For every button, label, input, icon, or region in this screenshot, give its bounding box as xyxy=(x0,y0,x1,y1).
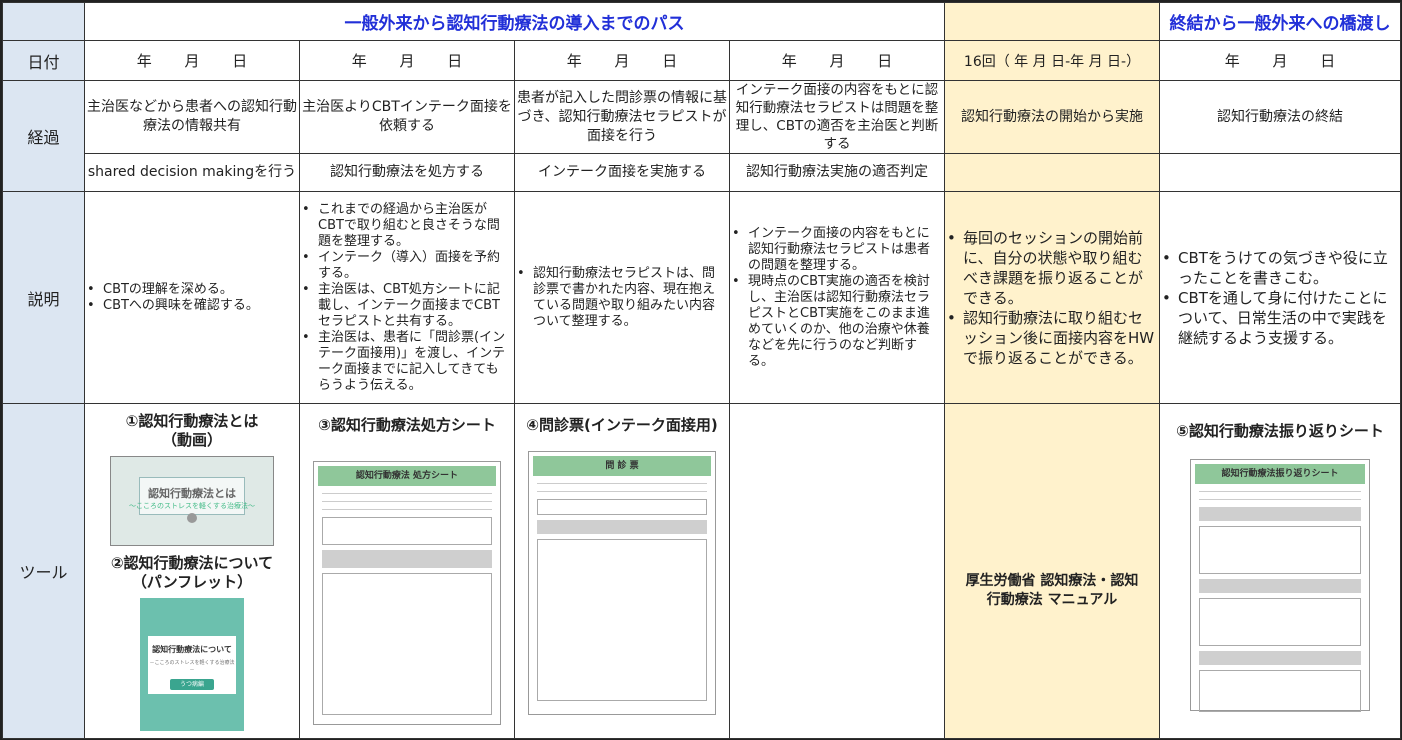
explanation-item: 主治医は、CBT処方シートに記載し、インテーク面接までCBTセラピストと共有する… xyxy=(302,282,510,330)
sheet-box xyxy=(537,499,707,515)
sheet-box xyxy=(1199,670,1361,712)
play-icon[interactable] xyxy=(187,513,197,523)
action-cell: 認知行動療法実施の適否判定 xyxy=(729,153,945,192)
prescription-sheet-thumbnail[interactable]: 認知行動療法 処方シート xyxy=(313,461,501,725)
explanation-item: 認知行動療法セラピストは、問診票で書かれた内容、現在抱えている問題や取り組みたい… xyxy=(517,266,725,330)
sheet-line xyxy=(537,491,707,492)
row-label-explanation: 説明 xyxy=(2,191,85,404)
sheet-box xyxy=(1199,598,1361,646)
explanation-list: 毎回のセッションの開始前に、自分の状態や取り組むべき課題を振り返ることができる。… xyxy=(946,228,1159,368)
explanation-cell: これまでの経過から主治医がCBTで取り組むと良さそうな問題を整理する。 インテー… xyxy=(299,191,515,404)
pamphlet-title-text: 認知行動療法について xyxy=(152,645,232,654)
pamphlet-cover: 認知行動療法について －こころのストレスを軽くする治療法－ うつ病編 xyxy=(148,636,236,694)
row-label-tools: ツール xyxy=(2,403,85,739)
progress-cell: 主治医よりCBTインテーク面接を依頼する xyxy=(299,80,515,154)
sheet-grey-band xyxy=(1199,507,1361,521)
date-cell: 年 月 日 xyxy=(84,40,300,81)
action-cell: 認知行動療法を処方する xyxy=(299,153,515,192)
explanation-cell: インテーク面接の内容をもとに認知行動療法セラピストは患者の問題を整理する。 現時… xyxy=(729,191,945,404)
manual-reference: 厚生労働省 認知療法・認知行動療法 マニュアル xyxy=(965,573,1139,608)
sheet-box xyxy=(322,573,492,715)
yellow-header-cell xyxy=(944,2,1160,41)
sheet-header: 問 診 票 xyxy=(533,456,711,476)
tool-cell-1: ①認知行動療法とは（動画） 認知行動療法とは ～こころのストレスを軽くする治療法… xyxy=(84,403,300,739)
date-cell: 年 月 日 xyxy=(299,40,515,81)
explanation-item: 毎回のセッションの開始前に、自分の状態や取り組むべき課題を振り返ることができる。 xyxy=(947,228,1155,308)
sheet-line xyxy=(322,501,492,502)
action-cell: インテーク面接を実施する xyxy=(514,153,730,192)
explanation-item: 主治医は、患者に「問診票(インテーク面接用)」を渡し、インテーク面接までに記入し… xyxy=(302,330,510,394)
explanation-cell: CBTの理解を深める。 CBTへの興味を確認する。 xyxy=(84,191,300,404)
tool-video-title: ①認知行動療法とは（動画） xyxy=(125,412,259,449)
path-title: 一般外来から認知行動療法の導入までのパス xyxy=(84,2,945,41)
explanation-item: CBTの理解を深める。 xyxy=(87,282,295,298)
progress-cell: 認知行動療法の終結 xyxy=(1159,80,1401,154)
explanation-list: 認知行動療法セラピストは、問診票で書かれた内容、現在抱えている問題や取り組みたい… xyxy=(516,266,729,330)
explanation-item: 現時点のCBT実施の適否を検討し、主治医は認知行動療法セラピストとCBT実施をこ… xyxy=(732,274,940,370)
row-label-progress: 経過 xyxy=(2,80,85,192)
progress-cell: 認知行動療法の開始から実施 xyxy=(944,80,1160,154)
sheet-grey-band xyxy=(1199,579,1361,593)
review-sheet-thumbnail[interactable]: 認知行動療法振り返りシート xyxy=(1190,459,1370,712)
explanation-item: CBTへの興味を確認する。 xyxy=(87,298,295,314)
bridge-title: 終結から一般外来への橋渡し xyxy=(1159,2,1401,41)
explanation-cell: CBTをうけての気づきや役に立ったことを書きこむ。 CBTを通して身に付けたこと… xyxy=(1159,191,1401,404)
explanation-list: CBTをうけての気づきや役に立ったことを書きこむ。 CBTを通して身に付けたこと… xyxy=(1161,248,1400,348)
explanation-item: これまでの経過から主治医がCBTで取り組むと良さそうな問題を整理する。 xyxy=(302,202,510,250)
action-cell: shared decision makingを行う xyxy=(84,153,300,192)
sheet-box xyxy=(322,517,492,545)
progress-cell: 主治医などから患者への認知行動療法の情報共有 xyxy=(84,80,300,154)
cbt-pathway-chart: 一般外来から認知行動療法の導入までのパス 終結から一般外来への橋渡し 日付 年 … xyxy=(0,0,1402,740)
row-label-date: 日付 xyxy=(2,40,85,81)
video-thumbnail[interactable]: 認知行動療法とは ～こころのストレスを軽くする治療法～ xyxy=(110,456,274,546)
corner-cell xyxy=(2,2,85,41)
explanation-cell: 認知行動療法セラピストは、問診票で書かれた内容、現在抱えている問題や取り組みたい… xyxy=(514,191,730,404)
explanation-item: CBTをうけての気づきや役に立ったことを書きこむ。 xyxy=(1162,248,1396,288)
tool-questionnaire-title: ④問診票(インテーク面接用) xyxy=(526,416,718,434)
explanation-list: インテーク面接の内容をもとに認知行動療法セラピストは患者の問題を整理する。 現時… xyxy=(731,226,944,370)
tool-review-title: ⑤認知行動療法振り返りシート xyxy=(1176,422,1384,440)
sheet-box xyxy=(537,539,707,701)
progress-cell: インテーク面接の内容をもとに認知行動療法セラピストは問題を整理し、CBTの適否を… xyxy=(729,80,945,154)
tool-cell-empty xyxy=(729,403,945,739)
sheet-line xyxy=(322,509,492,510)
explanation-item: インテーク面接の内容をもとに認知行動療法セラピストは患者の問題を整理する。 xyxy=(732,226,940,274)
action-cell xyxy=(1159,153,1401,192)
pamphlet-badge: うつ病編 xyxy=(170,679,214,690)
date-cell: 年 月 日 xyxy=(514,40,730,81)
date-cell: 年 月 日 xyxy=(1159,40,1401,81)
sheet-line xyxy=(1199,491,1361,492)
tool-cell-3: ③認知行動療法処方シート 認知行動療法 処方シート xyxy=(299,403,515,739)
explanation-list: これまでの経過から主治医がCBTで取り組むと良さそうな問題を整理する。 インテー… xyxy=(301,202,514,394)
tool-cell-6: ⑤認知行動療法振り返りシート 認知行動療法振り返りシート xyxy=(1159,403,1401,739)
date-cell: 年 月 日 xyxy=(729,40,945,81)
tool-cell-manual: 厚生労働省 認知療法・認知行動療法 マニュアル xyxy=(944,403,1160,739)
explanation-cell: 毎回のセッションの開始前に、自分の状態や取り組むべき課題を振り返ることができる。… xyxy=(944,191,1160,404)
tool-prescription-title: ③認知行動療法処方シート xyxy=(318,416,496,434)
action-cell xyxy=(944,153,1160,192)
pathway-table: 一般外来から認知行動療法の導入までのパス 終結から一般外来への橋渡し 日付 年 … xyxy=(2,2,1401,739)
progress-cell: 患者が記入した問診票の情報に基づき、認知行動療法セラピストが面接を行う xyxy=(514,80,730,154)
sheet-grey-band xyxy=(537,520,707,534)
pamphlet-subtitle-text: －こころのストレスを軽くする治療法－ xyxy=(149,660,235,673)
explanation-item: 認知行動療法に取り組むセッション後に面接内容をHWで振り返ることができる。 xyxy=(947,308,1155,368)
tool-pamphlet-title: ②認知行動療法について（パンフレット） xyxy=(110,554,274,591)
questionnaire-thumbnail[interactable]: 問 診 票 xyxy=(528,451,716,715)
sheet-line xyxy=(1199,499,1361,500)
sheet-grey-band xyxy=(1199,651,1361,665)
sheet-grey-band xyxy=(322,550,492,568)
video-subtitle-text: ～こころのストレスを軽くする治療法～ xyxy=(129,502,255,510)
sheet-box xyxy=(1199,526,1361,574)
tool-cell-4: ④問診票(インテーク面接用) 問 診 票 xyxy=(514,403,730,739)
sheet-line xyxy=(322,493,492,494)
pamphlet-thumbnail[interactable]: 認知行動療法について －こころのストレスを軽くする治療法－ うつ病編 xyxy=(140,598,244,731)
video-title-text: 認知行動療法とは xyxy=(148,487,236,500)
explanation-item: インテーク（導入）面接を予約する。 xyxy=(302,250,510,282)
sheet-line xyxy=(537,483,707,484)
date-cell-sessions: 16回（ 年 月 日-年 月 日-） xyxy=(944,40,1160,81)
sheet-header: 認知行動療法振り返りシート xyxy=(1195,464,1365,484)
sheet-header: 認知行動療法 処方シート xyxy=(318,466,496,486)
explanation-item: CBTを通して身に付けたことについて、日常生活の中で実践を継続するよう支援する。 xyxy=(1162,288,1396,348)
explanation-list: CBTの理解を深める。 CBTへの興味を確認する。 xyxy=(86,282,299,314)
